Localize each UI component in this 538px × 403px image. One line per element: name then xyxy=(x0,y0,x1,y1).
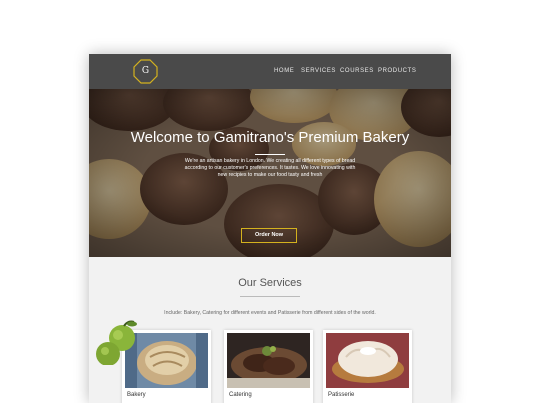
brand-logo[interactable]: G xyxy=(133,59,158,84)
nav-home[interactable]: HOME xyxy=(274,68,294,74)
top-navbar: G HOME SERVICES COURSES PRODUCTS xyxy=(89,54,451,89)
nav-products[interactable]: PRODUCTS xyxy=(378,68,416,74)
tart-photo xyxy=(326,333,409,388)
website-mockup: G HOME SERVICES COURSES PRODUCTS Welcome… xyxy=(89,54,451,403)
services-subtitle: Include: Bakery, Catering for different … xyxy=(164,310,376,316)
logo-monogram: G xyxy=(141,66,150,76)
nav-services[interactable]: SERVICES xyxy=(301,68,336,74)
hero-banner: Welcome to Gamitrano's Premium Bakery We… xyxy=(89,89,451,257)
hero-divider xyxy=(255,154,285,155)
order-now-button[interactable]: Order Now xyxy=(241,228,297,243)
services-heading: Our Services xyxy=(238,277,302,289)
catering-dish-photo xyxy=(227,333,310,388)
hero-title: Welcome to Gamitrano's Premium Bakery xyxy=(130,129,410,146)
service-card-catering[interactable]: Catering xyxy=(224,330,313,403)
services-divider xyxy=(240,296,300,297)
service-card-patisserie[interactable]: Patisserie xyxy=(323,330,412,403)
nav-courses[interactable]: COURSES xyxy=(340,68,374,74)
card-label-catering: Catering xyxy=(229,392,252,398)
card-label-bakery: Bakery xyxy=(127,392,146,398)
green-apples-decoration xyxy=(96,320,137,365)
card-label-patisserie: Patisserie xyxy=(328,392,355,398)
hero-description: We're an artisan bakery in London. We cr… xyxy=(184,158,356,178)
